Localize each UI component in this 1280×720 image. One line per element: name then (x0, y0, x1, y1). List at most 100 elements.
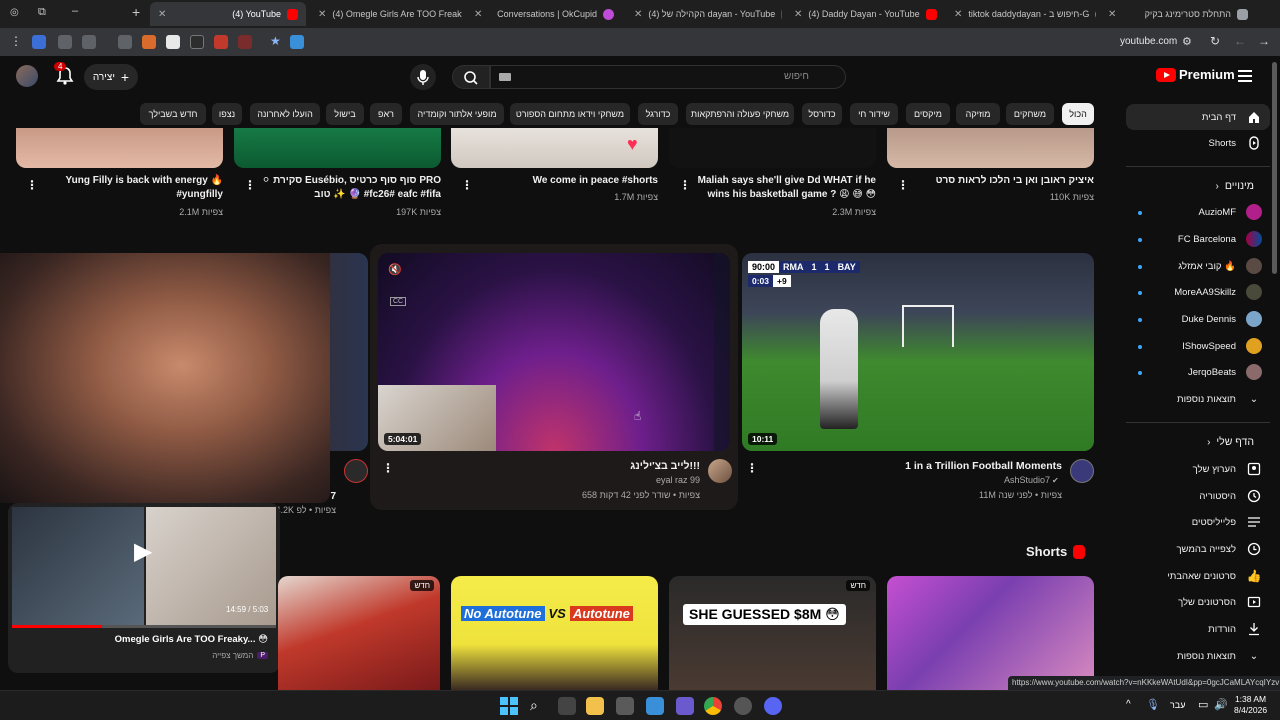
video-title[interactable]: 1 in a Trillion Football Moments (760, 459, 1062, 473)
keyboard-icon[interactable] (499, 73, 511, 81)
create-button[interactable]: יצירה + (84, 64, 138, 90)
extension-icon[interactable] (32, 35, 46, 49)
channel-name[interactable]: eyal raz 99 (396, 475, 700, 485)
chip-gaming[interactable]: משחקים (1006, 103, 1054, 125)
download-icon[interactable] (82, 35, 96, 49)
short-thumbnail[interactable] (234, 128, 441, 168)
forward-icon[interactable]: ← (1234, 34, 1246, 48)
mute-icon[interactable]: 🔇 (388, 263, 402, 276)
task-view-icon[interactable] (558, 697, 576, 715)
short-thumbnail[interactable]: חדש SHE GUESSED $8M 😳 (669, 576, 876, 690)
chip-improv-comedy[interactable]: מופעי אלתור וקומדיה (410, 103, 504, 125)
miniplayer-title[interactable]: Omegle Girls Are TOO Freaky... 😳 (18, 634, 268, 645)
app-icon[interactable] (734, 697, 752, 715)
sidebar-subscription[interactable]: AuzioMF (1126, 199, 1270, 225)
chip-mixes[interactable]: מיקסים (906, 103, 950, 125)
short-title[interactable]: Maliah says she'll give Dd WHAT if he wi… (693, 174, 876, 202)
tab-close-icon[interactable]: ✕ (634, 9, 642, 20)
extension-icon[interactable] (190, 35, 204, 49)
more-actions-icon[interactable]: ⋮ (244, 178, 256, 192)
short-title[interactable]: ⚪ סקירת Eusébio, סוף סוף כרטיס PRO טוב ✨… (258, 174, 441, 202)
tab-close-icon[interactable]: ✕ (158, 9, 166, 20)
chip-music[interactable]: מוזיקה (956, 103, 1000, 125)
extension-icon[interactable] (238, 35, 252, 49)
chip-cooking[interactable]: בישול (326, 103, 364, 125)
language-indicator[interactable]: עבר (1170, 700, 1185, 710)
site-settings-icon[interactable]: ⚙ (1182, 35, 1192, 48)
volume-icon[interactable]: 🔊 (1214, 698, 1228, 711)
window-menu-icon[interactable]: ◎ (10, 7, 19, 18)
chip-action-adventure[interactable]: משחקי פעולה והרפתקאות (686, 103, 794, 125)
tab-omegle[interactable]: ✕ (4) Omegle Girls Are TOO Freaky (310, 2, 462, 26)
channel-avatar[interactable] (1070, 459, 1094, 483)
tab-okcupid[interactable]: ✕ Conversations | OkCupid (466, 2, 622, 26)
search-button[interactable] (452, 65, 490, 89)
sidebar-item-watch-later[interactable]: לצפייה בהמשך (1126, 536, 1270, 562)
chip-rap[interactable]: ראפ (370, 103, 402, 125)
sidebar-item-history[interactable]: היסטוריה (1126, 483, 1270, 509)
short-thumbnail[interactable] (669, 128, 876, 168)
chevron-up-icon[interactable]: ^ (1126, 699, 1131, 710)
chip-new-for-you[interactable]: חדש בשבילך (140, 103, 206, 125)
sidebar-item-playlists[interactable]: פלייליסטים (1126, 509, 1270, 535)
tab-youtube[interactable]: ✕ (4) YouTube (150, 2, 306, 26)
miniplayer-progress-track[interactable] (12, 625, 276, 628)
extension-icon[interactable] (214, 35, 228, 49)
voice-search-button[interactable] (410, 64, 436, 90)
more-actions-icon[interactable]: ⋮ (679, 178, 691, 192)
channel-avatar[interactable] (344, 459, 368, 483)
chip-basketball[interactable]: כדורסל (802, 103, 842, 125)
you-heading[interactable]: › הדף שלי (1207, 436, 1254, 448)
sidebar-subscription[interactable]: קובי אמזלג 🔥 (1126, 253, 1270, 279)
tab-close-icon[interactable]: ✕ (318, 9, 326, 20)
sidebar-subscription[interactable]: Duke Dennis (1126, 306, 1270, 332)
avatar[interactable] (16, 65, 38, 87)
more-actions-icon[interactable]: ⋮ (382, 461, 394, 475)
chip-all[interactable]: הכול (1062, 103, 1094, 125)
network-icon[interactable]: ▭ (1198, 698, 1208, 711)
tab-dayan-community[interactable]: ✕ (4) הקהילה של dayan - YouTube (626, 2, 782, 26)
minimize-icon[interactable]: – (72, 5, 78, 17)
photos-icon[interactable] (646, 697, 664, 715)
microphone-icon[interactable]: 🎙 (1146, 698, 1160, 711)
video-thumbnail[interactable]: 90:00 RMA 1 1 BAY 0:03 +9 10:11 (742, 253, 1094, 451)
chip-watched[interactable]: נצפו (212, 103, 242, 125)
chip-recently-uploaded[interactable]: הועלו לאחרונה (250, 103, 320, 125)
tab-kick-streaming[interactable]: ✕ התחלת סטרימינג בקיק (1100, 2, 1256, 26)
address-bar-url[interactable]: youtube.com (1120, 36, 1177, 47)
sidebar-show-more[interactable]: תוצאות נוספות ⌄ (1126, 386, 1270, 412)
tab-google-search[interactable]: ✕ tiktok daddydayan - חיפוש ב-G (946, 2, 1096, 26)
search-icon[interactable]: ⌕ (530, 697, 538, 714)
video-title[interactable]: לייב בצ'ילינג!!! (396, 459, 700, 473)
short-thumbnail[interactable] (16, 128, 223, 168)
youtube-premium-logo[interactable]: Premium (1156, 67, 1235, 82)
sidebar-subscription[interactable]: JerqoBeats (1126, 359, 1270, 385)
channel-name[interactable]: AshStudio7 (760, 475, 1050, 485)
short-thumbnail[interactable] (887, 128, 1094, 168)
channel-avatar[interactable] (708, 459, 732, 483)
file-explorer-icon[interactable] (586, 697, 604, 715)
tab-search-icon[interactable]: ⧉ (38, 6, 46, 19)
captions-icon[interactable]: CC (390, 297, 407, 306)
windows-start-icon[interactable] (500, 697, 518, 715)
sidebar-item-your-videos[interactable]: הסרטונים שלך (1126, 589, 1270, 615)
sidebar-scrollbar[interactable] (1272, 62, 1277, 274)
more-actions-icon[interactable]: ⋮ (897, 178, 909, 192)
sidebar-item-downloads[interactable]: הורדות (1126, 616, 1270, 642)
sidebar-item-liked-videos[interactable]: סרטונים שאהבתי 👍 (1126, 563, 1270, 589)
extension-icon[interactable] (58, 35, 72, 49)
notifications-bell-icon[interactable]: 4 (54, 62, 74, 86)
short-thumbnail[interactable]: חדש (278, 576, 440, 690)
tab-close-icon[interactable]: ✕ (954, 9, 962, 20)
short-title[interactable]: איציק ראובן ואן בי הלכו לראות סרט (911, 174, 1094, 188)
back-icon[interactable]: → (1258, 34, 1270, 48)
short-thumbnail[interactable] (887, 576, 1094, 690)
chip-football[interactable]: כדורגל (638, 103, 678, 125)
miniplayer[interactable]: ▶ 14:59 / 5:03 Omegle Girls Are TOO Frea… (8, 503, 280, 673)
app-icon[interactable] (676, 697, 694, 715)
sidebar-item-your-channel[interactable]: הערוץ שלך (1126, 456, 1270, 482)
microsoft-store-icon[interactable] (616, 697, 634, 715)
search-input[interactable]: חיפוש (490, 65, 846, 89)
bookmark-star-icon[interactable]: ★ (270, 34, 281, 48)
subscriptions-heading[interactable]: › מינויים (1216, 180, 1254, 192)
